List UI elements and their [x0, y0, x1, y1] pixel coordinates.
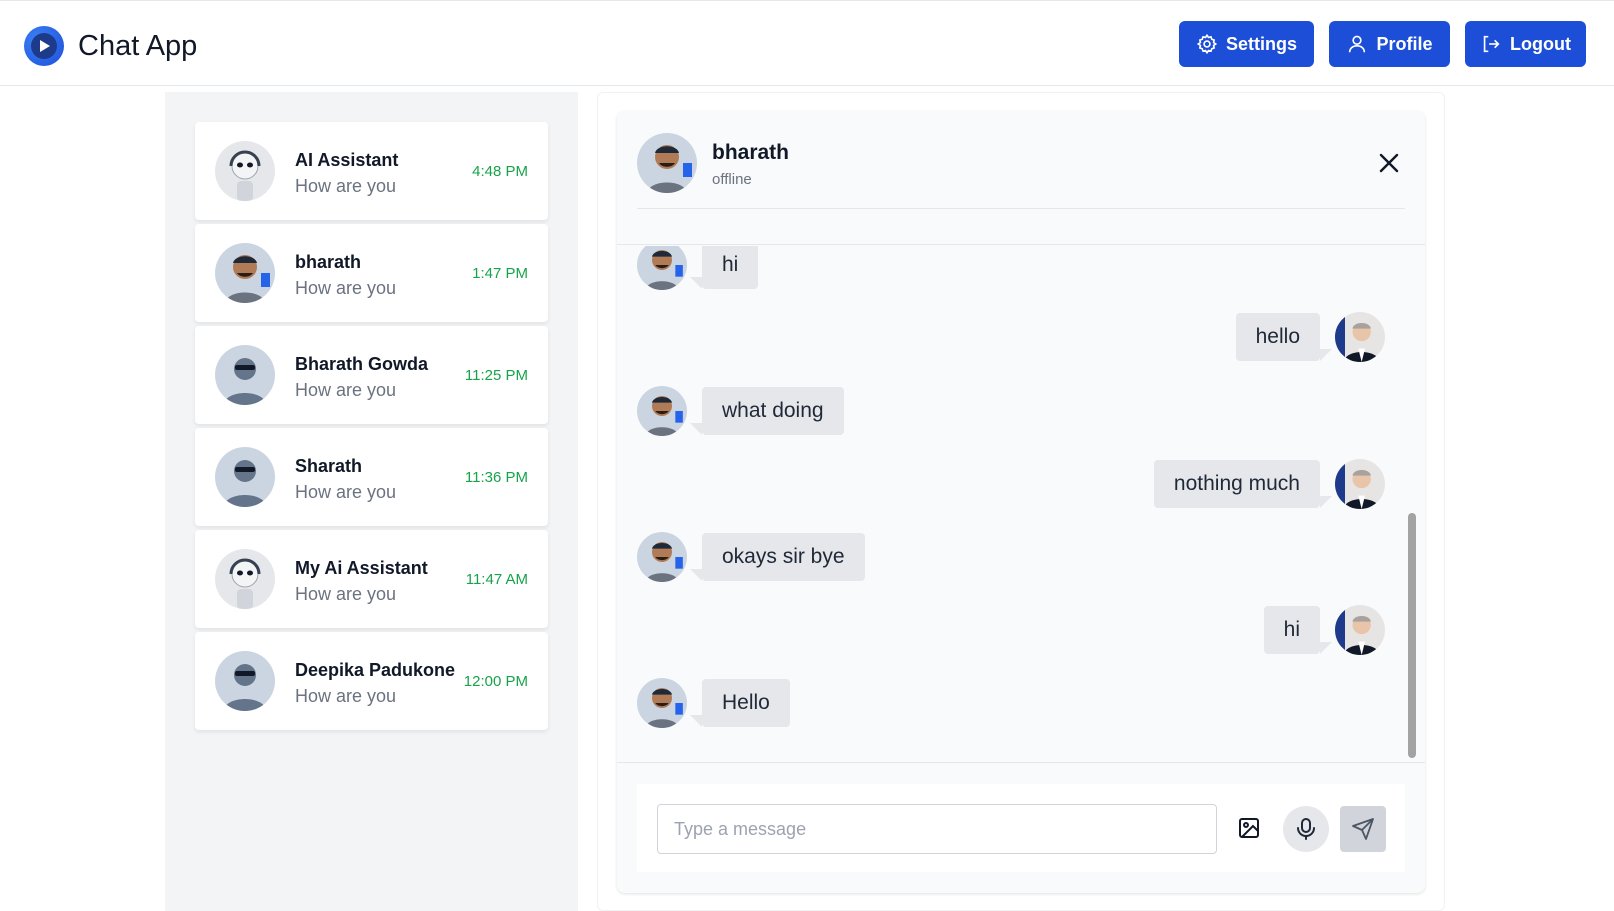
photo-avatar-bharath — [637, 678, 687, 728]
contact-name: My Ai Assistant — [295, 558, 428, 578]
contact-preview: How are you — [295, 584, 397, 604]
settings-button[interactable]: Settings — [1179, 21, 1314, 67]
contact-list: AI Assistant How are you 4:48 PM bharath… — [165, 92, 578, 911]
contact-preview: How are you — [295, 278, 397, 298]
scrollbar-thumb[interactable] — [1408, 513, 1416, 758]
chat-contact-status: offline — [712, 171, 752, 188]
photo-avatar-self — [1335, 605, 1385, 655]
microphone-icon[interactable] — [1283, 806, 1329, 852]
message-bubble: nothing much — [1153, 460, 1333, 508]
logout-label: Logout — [1510, 33, 1571, 54]
message-received: hi — [637, 246, 759, 290]
contact-name: bharath — [295, 252, 362, 272]
user-icon — [1349, 35, 1366, 53]
message-bubble: hi — [689, 246, 759, 289]
contact-name: Sharath — [295, 456, 363, 476]
message-received: okays sir bye — [637, 532, 865, 582]
photo-avatar-bharath — [637, 532, 687, 582]
profile-button[interactable]: Profile — [1329, 21, 1450, 67]
contact-item[interactable]: Sharath How are you 11:36 PM — [195, 428, 548, 526]
message-bubble: hi — [1263, 606, 1333, 654]
logout-icon — [1483, 35, 1500, 53]
default-user-avatar — [215, 651, 275, 711]
app-title: Chat App — [78, 29, 198, 62]
contact-item[interactable]: bharath How are you 1:47 PM — [195, 224, 548, 322]
message-bubble: what doing — [690, 387, 844, 435]
logout-button[interactable]: Logout — [1465, 21, 1586, 67]
photo-avatar-self — [1335, 312, 1385, 362]
photo-avatar-bharath — [215, 243, 275, 303]
contact-time: 12:00 PM — [463, 673, 528, 690]
message-list[interactable]: hi hello what doing nothing much okays s… — [617, 246, 1425, 762]
message-received: what doing — [637, 386, 844, 436]
message-sent: hello — [1235, 312, 1385, 362]
message-bubble: Hello — [690, 679, 790, 727]
message-sent: hi — [1263, 605, 1385, 655]
contact-preview: How are you — [295, 482, 397, 502]
default-user-avatar — [215, 447, 275, 507]
contact-time: 11:47 AM — [465, 571, 528, 588]
contact-name: Bharath Gowda — [295, 354, 429, 374]
image-upload-icon[interactable] — [1227, 806, 1271, 850]
photo-avatar-self — [1335, 459, 1385, 509]
message-composer — [617, 762, 1425, 893]
settings-label: Settings — [1225, 33, 1297, 54]
robot-avatar — [215, 141, 275, 201]
contact-name: Deepika Padukone — [295, 660, 456, 680]
contact-item[interactable]: Deepika Padukone How are you 12:00 PM — [195, 632, 548, 730]
contact-preview: How are you — [295, 380, 397, 400]
chat-window: bharath offline hi hello what doing noth… — [617, 111, 1425, 893]
message-input[interactable] — [657, 804, 1217, 854]
close-icon[interactable] — [1377, 151, 1401, 175]
contact-item[interactable]: My Ai Assistant How are you 11:47 AM — [195, 530, 548, 628]
gear-icon — [1196, 33, 1218, 55]
message-bubble: okays sir bye — [690, 533, 865, 581]
header-divider — [637, 208, 1405, 209]
contact-time: 11:25 PM — [464, 367, 528, 384]
photo-avatar-bharath — [637, 246, 687, 290]
contact-time: 1:47 PM — [472, 265, 528, 282]
contact-item[interactable]: Bharath Gowda How are you 11:25 PM — [195, 326, 548, 424]
robot-avatar — [215, 549, 275, 609]
chat-panel: bharath offline hi hello what doing noth… — [597, 92, 1445, 911]
send-icon[interactable] — [1340, 806, 1386, 852]
contact-preview: How are you — [295, 686, 397, 706]
contact-preview: How are you — [295, 176, 397, 196]
contact-item[interactable]: AI Assistant How are you 4:48 PM — [195, 122, 548, 220]
photo-avatar-bharath — [637, 386, 687, 436]
default-user-avatar — [215, 345, 275, 405]
message-received: Hello — [637, 678, 790, 728]
photo-avatar-bharath — [637, 133, 697, 193]
app-logo-icon — [24, 26, 64, 66]
contact-name: AI Assistant — [295, 150, 399, 170]
contact-time: 4:48 PM — [472, 163, 528, 180]
top-navbar: Chat App Settings Profile Logout — [0, 0, 1614, 86]
message-bubble: hello — [1235, 313, 1333, 361]
chat-contact-name: bharath — [712, 141, 790, 164]
contact-time: 11:36 PM — [464, 469, 528, 486]
composer-bar — [637, 784, 1405, 872]
profile-label: Profile — [1376, 33, 1433, 54]
brand[interactable]: Chat App — [24, 26, 197, 66]
message-sent: nothing much — [1153, 459, 1385, 509]
chat-header: bharath offline — [617, 111, 1425, 245]
